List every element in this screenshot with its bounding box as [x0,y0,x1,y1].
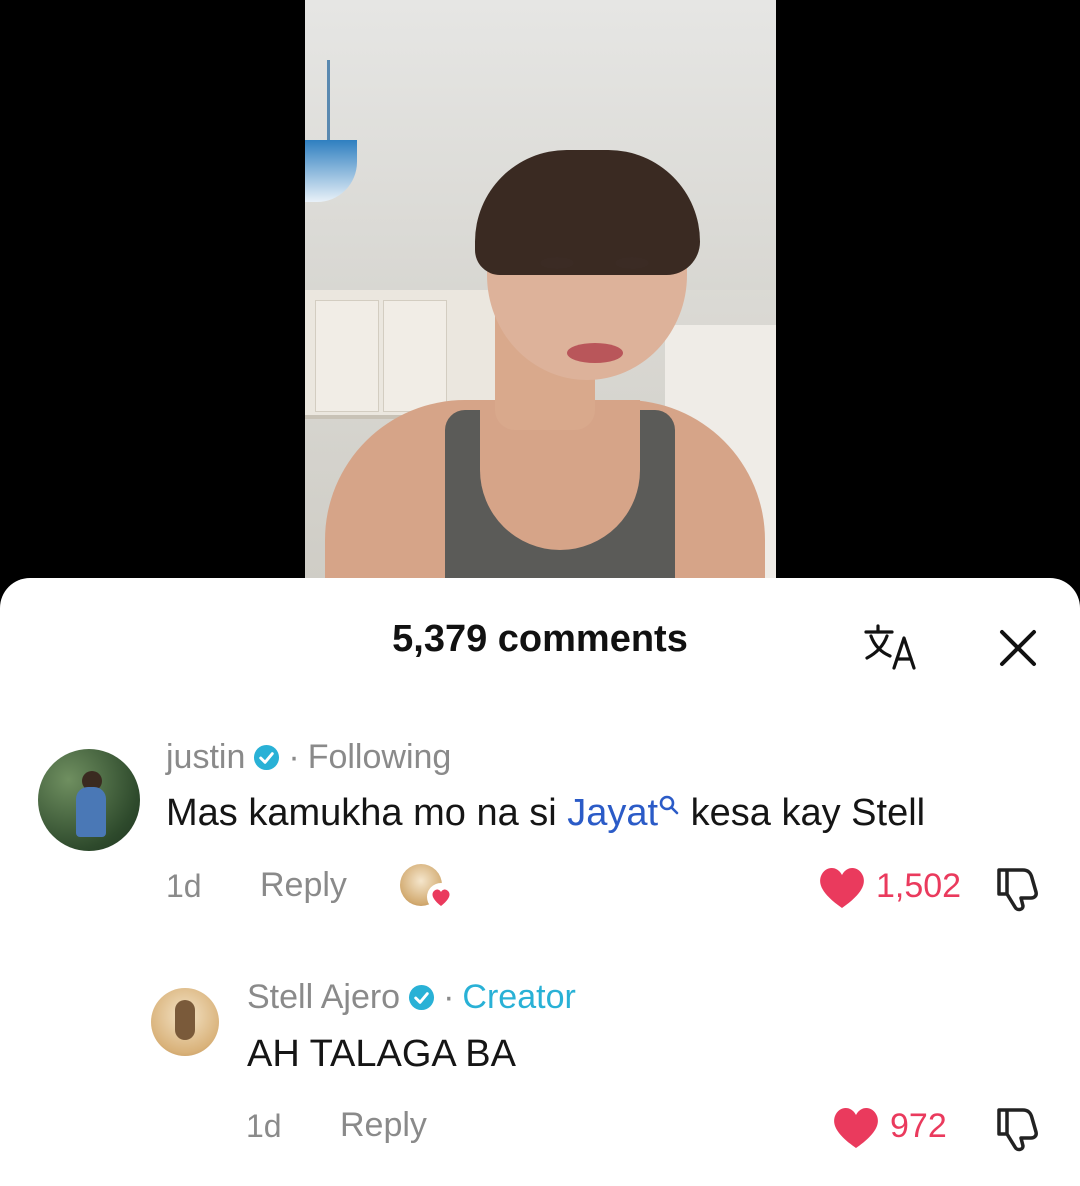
comment-text-after: kesa kay Stell [680,792,926,834]
creator-label: Creator [462,978,576,1016]
reply-button[interactable]: Reply [340,1106,427,1145]
verified-badge-icon [409,984,435,1011]
verified-badge-icon [254,744,280,771]
separator-dot: · [443,978,455,1016]
person-eye [615,257,649,269]
cabinet-door [383,300,447,412]
comment-username-row: Stell Ajero · Creator [247,978,576,1017]
like-heart-icon[interactable] [830,1104,882,1150]
avatar-figure [76,787,106,837]
video-player[interactable] [305,0,776,580]
comment-username[interactable]: justin [166,738,245,777]
heart-icon [427,883,455,911]
person-mouth [567,343,623,363]
dislike-icon[interactable] [993,1102,1043,1152]
search-icon[interactable] [658,794,680,816]
comment-text-before: Mas kamukha mo na si [166,792,568,834]
separator-dot: · [288,738,300,776]
like-count: 1,502 [876,867,962,905]
creator-liked-badge [400,864,460,912]
comment-time: 1d [166,868,202,904]
mention-link[interactable]: Jayat [567,792,658,834]
comment-text: AH TALAGA BA [247,1033,516,1075]
comments-sheet: 5,379 comments justin · Following Mas ka… [0,578,1080,1186]
close-icon[interactable] [996,626,1040,670]
lamp-cord [327,60,330,140]
person-eye [540,257,574,269]
avatar[interactable] [38,749,140,851]
like-heart-icon[interactable] [816,864,868,910]
avatar[interactable] [151,988,219,1056]
relation-label: Following [307,738,452,776]
comment-username[interactable]: Stell Ajero [247,978,400,1017]
like-count: 972 [890,1107,947,1145]
reply-button[interactable]: Reply [260,866,347,905]
cabinet-door [315,300,379,412]
translate-icon[interactable] [862,622,920,672]
comment-username-row: justin · Following [166,738,451,777]
dislike-icon[interactable] [993,862,1043,912]
comment-time: 1d [246,1108,282,1144]
comment-text: Mas kamukha mo na si Jayat kesa kay Stel… [166,792,925,835]
avatar-figure [175,1000,195,1040]
